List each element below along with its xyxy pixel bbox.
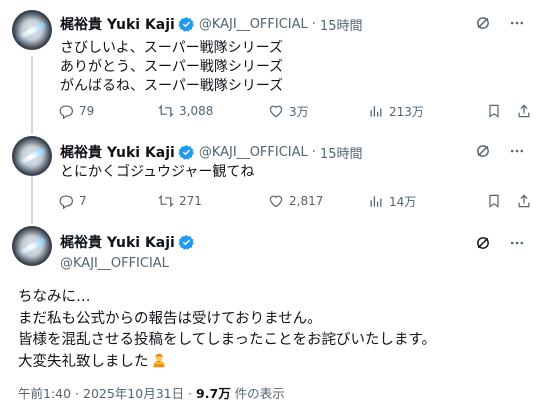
more-icon[interactable]: [508, 14, 526, 32]
tweet-text: とにかくゴジュウジャー観てね: [60, 163, 254, 182]
avatar[interactable]: [12, 136, 52, 176]
display-name[interactable]: 梶裕貴 Yuki Kaji: [60, 232, 175, 252]
share-icon: [518, 104, 530, 118]
tweet-text-line: まだ私も公式からの報告は受けておりません。: [18, 310, 322, 327]
tweet-text-line-last: 大変失礼致しました: [18, 352, 436, 374]
like-count: 2,817: [289, 194, 324, 208]
views-button[interactable]: 213万: [368, 103, 424, 120]
tweet-text-line: とにかくゴジュウジャー観てね: [60, 164, 255, 180]
tweet-header: 梶裕貴 Yuki Kaji @KAJI__OFFICIAL · 15時間: [60, 14, 362, 34]
avatar[interactable]: [12, 226, 52, 266]
tweet-text-line: がんばるね、スーパー戦隊シリーズ: [60, 78, 284, 94]
handle[interactable]: @KAJI__OFFICIAL: [199, 145, 308, 160]
repost-count: 271: [179, 194, 202, 208]
grok-icon[interactable]: [474, 14, 492, 32]
tweet-header: 梶裕貴 Yuki Kaji @KAJI__OFFICIAL · 15時間: [60, 142, 362, 162]
author-block: 梶裕貴 Yuki Kaji @KAJI__OFFICIAL: [60, 232, 199, 271]
tweet-text-line: 皆様を混乱させる投稿をしてしまったことをお詫びいたします。: [18, 332, 437, 348]
tweet-text: さびしいよ、スーパー戦隊シリーズ ありがとう、スーパー戦隊シリーズ がんばるね、…: [60, 39, 283, 96]
views-icon: [370, 106, 382, 117]
tweet-meta: 午前1:40 · 2025年10月31日 · 9.7万 件の表示: [18, 383, 285, 402]
share-button[interactable]: [516, 193, 532, 209]
reply-button[interactable]: 79: [58, 103, 94, 119]
tweet-text-line: ちなみに…: [18, 289, 91, 305]
display-name[interactable]: 梶裕貴 Yuki Kaji: [60, 142, 175, 162]
handle[interactable]: @KAJI__OFFICIAL: [199, 17, 308, 32]
bookmark-icon: [489, 194, 499, 208]
verified-badge-icon: [178, 144, 194, 160]
bowing-person-emoji: [152, 353, 165, 367]
repost-icon: [158, 104, 174, 118]
display-name[interactable]: 梶裕貴 Yuki Kaji: [60, 14, 175, 34]
like-icon: [269, 105, 283, 118]
timestamp[interactable]: 15時間: [320, 143, 363, 162]
grok-icon[interactable]: [474, 142, 492, 160]
bookmark-button[interactable]: [486, 193, 502, 209]
repost-icon: [158, 194, 174, 208]
post-views-label: 件の表示: [230, 386, 285, 401]
thread-connector: [31, 176, 33, 224]
tweet-text-line: さびしいよ、スーパー戦隊シリーズ: [60, 40, 283, 56]
tweet-actions: 7 271 2,817 14万: [58, 191, 530, 211]
views-count: 213万: [389, 104, 424, 119]
repost-count: 3,088: [179, 104, 214, 118]
share-button[interactable]: [516, 103, 532, 119]
tweet-text-line: 大変失礼致しました: [18, 353, 149, 370]
repost-button[interactable]: 3,088: [158, 103, 213, 119]
separator-dot: ·: [311, 16, 316, 32]
reply-icon: [59, 105, 73, 119]
tweet-top-actions: [474, 14, 526, 32]
tweet-top-actions: [474, 142, 526, 160]
reply-count: 7: [79, 194, 87, 208]
like-button[interactable]: 3万: [268, 103, 309, 120]
more-icon[interactable]: [508, 142, 526, 160]
post-timestamp[interactable]: 午前1:40 · 2025年10月31日 ·: [18, 386, 196, 401]
repost-button[interactable]: 271: [158, 193, 202, 209]
views-icon: [370, 196, 382, 207]
timestamp[interactable]: 15時間: [320, 15, 363, 34]
share-icon: [518, 194, 530, 208]
handle[interactable]: @KAJI__OFFICIAL: [60, 256, 199, 271]
bookmark-icon: [489, 104, 499, 118]
avatar[interactable]: [12, 10, 52, 50]
tweet-actions: 79 3,088 3万 213万: [58, 101, 530, 121]
verified-badge-icon: [178, 234, 194, 250]
reply-button[interactable]: 7: [58, 193, 87, 209]
reply-icon: [59, 195, 73, 209]
thread-connector: [31, 56, 33, 134]
grok-icon[interactable]: [474, 234, 492, 252]
verified-badge-icon: [178, 16, 194, 32]
reply-count: 79: [79, 104, 95, 118]
tweet-text: ちなみに… まだ私も公式からの報告は受けておりません。 皆様を混乱させる投稿をし…: [18, 287, 436, 373]
like-icon: [269, 195, 283, 208]
views-button[interactable]: 14万: [368, 193, 416, 210]
like-count: 3万: [289, 104, 309, 119]
tweet-text-line: ありがとう、スーパー戦隊シリーズ: [60, 59, 284, 75]
post-views-count: 9.7万: [196, 386, 231, 401]
tweet-top-actions: [474, 234, 526, 252]
bookmark-button[interactable]: [486, 103, 502, 119]
separator-dot: ·: [311, 144, 316, 160]
like-button[interactable]: 2,817: [268, 193, 323, 209]
views-count: 14万: [389, 194, 417, 209]
more-icon[interactable]: [508, 234, 526, 252]
